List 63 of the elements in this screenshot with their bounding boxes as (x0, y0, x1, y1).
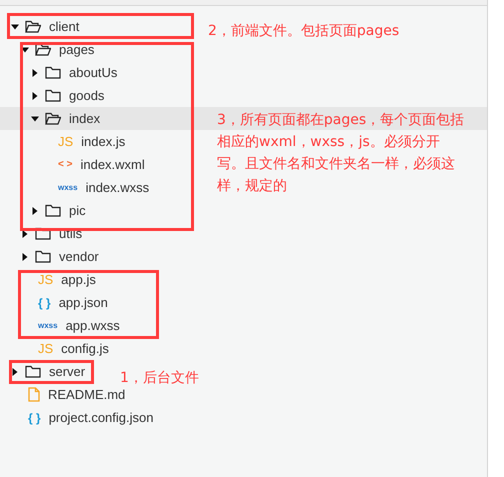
tree-row[interactable]: pages (21, 40, 94, 58)
wxss-file-icon: wxss (38, 322, 58, 330)
file-name: config.js (61, 340, 109, 358)
tree-row[interactable]: { } project.config.json (28, 408, 154, 426)
caret-down-icon[interactable] (11, 22, 19, 30)
file-name: aboutUs (69, 64, 118, 82)
annotation-text: 3，所有页面都在pages，每个页面包括相应的wxml，wxss，js。必须分开写。且文件名和文件夹名一样，必须这样，规定的 (217, 111, 466, 196)
tree-row[interactable]: server (11, 362, 86, 380)
annotation-text: 2，前端文件。包括页面pages (208, 22, 400, 41)
file-name: pic (69, 202, 86, 220)
file-name: app.js (61, 270, 96, 289)
caret-right-icon[interactable] (21, 252, 29, 260)
tree-row[interactable]: README.md (28, 386, 126, 404)
file-name: app.json (58, 294, 108, 312)
tree-row[interactable]: index (31, 110, 100, 128)
caret-down-icon[interactable] (31, 114, 39, 122)
caret-right-icon[interactable] (31, 92, 39, 100)
file-name: server (49, 362, 86, 381)
tree-row[interactable]: client (11, 18, 80, 36)
tree-row[interactable]: < > index.wxml (58, 156, 145, 174)
open-folder-icon (35, 43, 51, 56)
wxml-file-icon: < > (58, 160, 72, 170)
tree-row[interactable]: JS app.js (38, 270, 96, 288)
js-file-icon: JS (58, 135, 74, 148)
tree-row[interactable]: pic (31, 202, 86, 220)
caret-down-icon[interactable] (21, 46, 29, 54)
json-file-icon: { } (28, 412, 41, 424)
file-name: index.wxml (80, 156, 145, 174)
file-name: index.wxss (86, 178, 150, 197)
tree-row[interactable]: JS index.js (58, 132, 126, 150)
caret-right-icon[interactable] (21, 230, 29, 238)
folder-icon (45, 89, 61, 102)
folder-icon (45, 66, 61, 79)
js-file-icon: JS (38, 273, 54, 286)
wxss-file-icon: wxss (58, 184, 78, 192)
file-name: README.md (48, 386, 126, 404)
folder-icon (25, 365, 41, 378)
open-folder-icon (25, 20, 41, 33)
tree-row[interactable]: JS config.js (38, 340, 109, 358)
document-icon (28, 387, 40, 402)
tree-row[interactable]: wxss index.wxss (58, 178, 150, 196)
tree-row[interactable]: vendor (21, 248, 99, 266)
folder-icon (35, 250, 51, 263)
folder-icon (45, 204, 61, 217)
file-name: vendor (59, 248, 99, 266)
file-name: client (49, 18, 80, 36)
file-name: app.wxss (66, 316, 120, 335)
open-folder-icon (45, 112, 61, 125)
tree-row[interactable]: { } app.json (38, 294, 108, 312)
caret-right-icon[interactable] (31, 206, 39, 214)
json-file-icon: { } (38, 296, 51, 308)
file-name: pages (59, 40, 94, 59)
annotation-text: 1，后台文件 (120, 369, 200, 388)
js-file-icon: JS (38, 342, 54, 355)
tree-row[interactable]: wxss app.wxss (38, 316, 120, 334)
file-name: index.js (81, 132, 126, 151)
file-name: index (69, 110, 100, 128)
tree-row[interactable]: aboutUs (31, 64, 118, 82)
file-name: project.config.json (48, 408, 154, 427)
caret-right-icon[interactable] (31, 68, 39, 76)
caret-right-icon[interactable] (11, 368, 19, 376)
tree-row[interactable]: goods (31, 86, 104, 104)
file-name: goods (69, 86, 104, 105)
